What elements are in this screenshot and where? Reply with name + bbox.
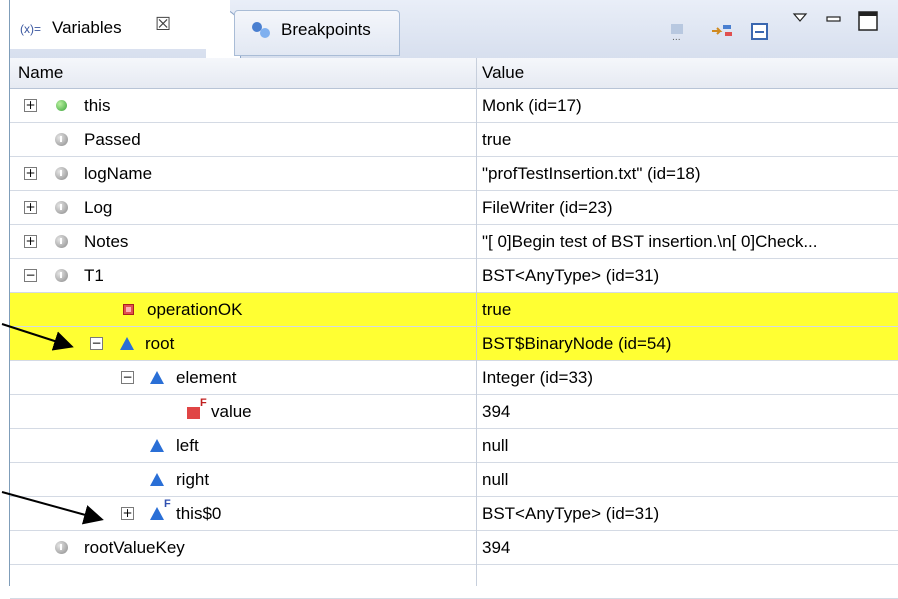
variable-value: "[ 0]Begin test of BST insertion.\n[ 0]C… — [482, 232, 818, 251]
table-row[interactable]: + this Monk (id=17) — [10, 89, 898, 123]
variable-value: Integer (id=33) — [482, 368, 594, 387]
tab-bar: (x)= Variables ☒ Breakpoints ... — [10, 0, 898, 59]
variable-value: null — [482, 436, 509, 455]
variable-value: true — [482, 130, 512, 149]
variable-name: Notes — [84, 232, 129, 251]
layout-icon[interactable] — [750, 22, 770, 42]
variable-name: root — [145, 334, 175, 353]
variable-value: BST<AnyType> (id=31) — [482, 504, 660, 523]
variable-name: right — [176, 470, 210, 489]
protected-field-icon — [120, 337, 134, 350]
column-header-value[interactable]: Value — [482, 63, 524, 83]
expand-icon[interactable]: + — [24, 99, 37, 112]
tab-variables[interactable]: (x)= Variables ☒ — [10, 0, 230, 49]
table-row[interactable]: Passed true — [10, 123, 898, 157]
table-row[interactable]: − root BST$BinaryNode (id=54) — [10, 327, 898, 361]
variable-name: operationOK — [147, 300, 243, 319]
maximize-icon[interactable] — [857, 10, 879, 32]
final-marker-icon: F — [164, 498, 171, 510]
close-icon[interactable]: ☒ — [155, 14, 171, 35]
collapse-all-icon[interactable] — [710, 22, 734, 42]
column-divider[interactable] — [476, 58, 477, 586]
protected-field-icon — [150, 371, 164, 384]
table-row[interactable]: − element Integer (id=33) — [10, 361, 898, 395]
variable-value: 394 — [482, 402, 511, 421]
collapse-icon[interactable]: − — [24, 269, 37, 282]
variable-value: FileWriter (id=23) — [482, 198, 613, 217]
protected-field-icon — [150, 473, 164, 486]
variable-name: Passed — [84, 130, 141, 149]
default-field-icon — [55, 201, 68, 214]
variable-name: left — [176, 436, 199, 455]
table-row[interactable]: left null — [10, 429, 898, 463]
tab-breakpoints[interactable]: Breakpoints — [234, 10, 400, 56]
expand-icon[interactable]: + — [121, 507, 134, 520]
column-header-name[interactable]: Name — [18, 63, 63, 83]
table-row[interactable]: rootValueKey 394 — [10, 531, 898, 565]
table-row[interactable]: + F this$0 BST<AnyType> (id=31) — [10, 497, 898, 531]
protected-field-icon — [150, 439, 164, 452]
collapse-icon[interactable]: − — [90, 337, 103, 350]
default-field-icon — [55, 269, 68, 282]
view-menu-icon[interactable] — [792, 12, 808, 24]
variables-view: (x)= Variables ☒ Breakpoints ... Name Va… — [9, 0, 898, 599]
variable-value: null — [482, 470, 509, 489]
default-field-icon — [55, 541, 68, 554]
variable-value: 394 — [482, 538, 511, 557]
variable-name: rootValueKey — [84, 538, 185, 557]
minimize-icon[interactable] — [825, 14, 843, 24]
variable-name: Log — [84, 198, 113, 217]
variable-value: BST$BinaryNode (id=54) — [482, 334, 672, 353]
variable-name: element — [176, 368, 237, 387]
variable-name: logName — [84, 164, 153, 183]
table-row[interactable]: right null — [10, 463, 898, 497]
table-row[interactable]: − T1 BST<AnyType> (id=31) — [10, 259, 898, 293]
expand-icon[interactable]: + — [24, 235, 37, 248]
default-field-icon — [55, 167, 68, 180]
default-field-icon — [55, 235, 68, 248]
variable-value: Monk (id=17) — [482, 96, 582, 115]
table-row[interactable]: + logName "profTestInsertion.txt" (id=18… — [10, 157, 898, 191]
public-field-icon — [56, 100, 67, 111]
table-row[interactable]: F value 394 — [10, 395, 898, 429]
variable-value: BST<AnyType> (id=31) — [482, 266, 660, 285]
variable-value: "profTestInsertion.txt" (id=18) — [482, 164, 701, 183]
breakpoints-icon — [252, 22, 270, 38]
private-final-field-icon — [187, 407, 200, 419]
private-field-icon — [123, 304, 134, 315]
variable-name: value — [211, 402, 252, 421]
expand-icon[interactable]: + — [24, 167, 37, 180]
table-row-empty — [10, 565, 898, 599]
table-header: Name Value — [10, 58, 898, 89]
final-marker-icon: F — [200, 397, 207, 409]
table-row[interactable]: + Notes "[ 0]Begin test of BST insertion… — [10, 225, 898, 259]
variable-name: this — [84, 96, 111, 115]
variable-value: true — [482, 300, 512, 319]
variables-icon: (x)= — [20, 22, 41, 36]
show-type-names-icon[interactable]: ... — [669, 22, 691, 42]
variable-name: this$0 — [176, 504, 222, 523]
protected-field-icon — [150, 507, 164, 520]
table-row[interactable]: + Log FileWriter (id=23) — [10, 191, 898, 225]
tab-variables-label: Variables — [52, 18, 122, 37]
svg-text:...: ... — [672, 33, 681, 42]
default-field-icon — [55, 133, 68, 146]
collapse-icon[interactable]: − — [121, 371, 134, 384]
table-row[interactable]: operationOK true — [10, 293, 898, 327]
variable-name: T1 — [84, 266, 104, 285]
expand-icon[interactable]: + — [24, 201, 37, 214]
tab-breakpoints-label: Breakpoints — [281, 20, 371, 39]
